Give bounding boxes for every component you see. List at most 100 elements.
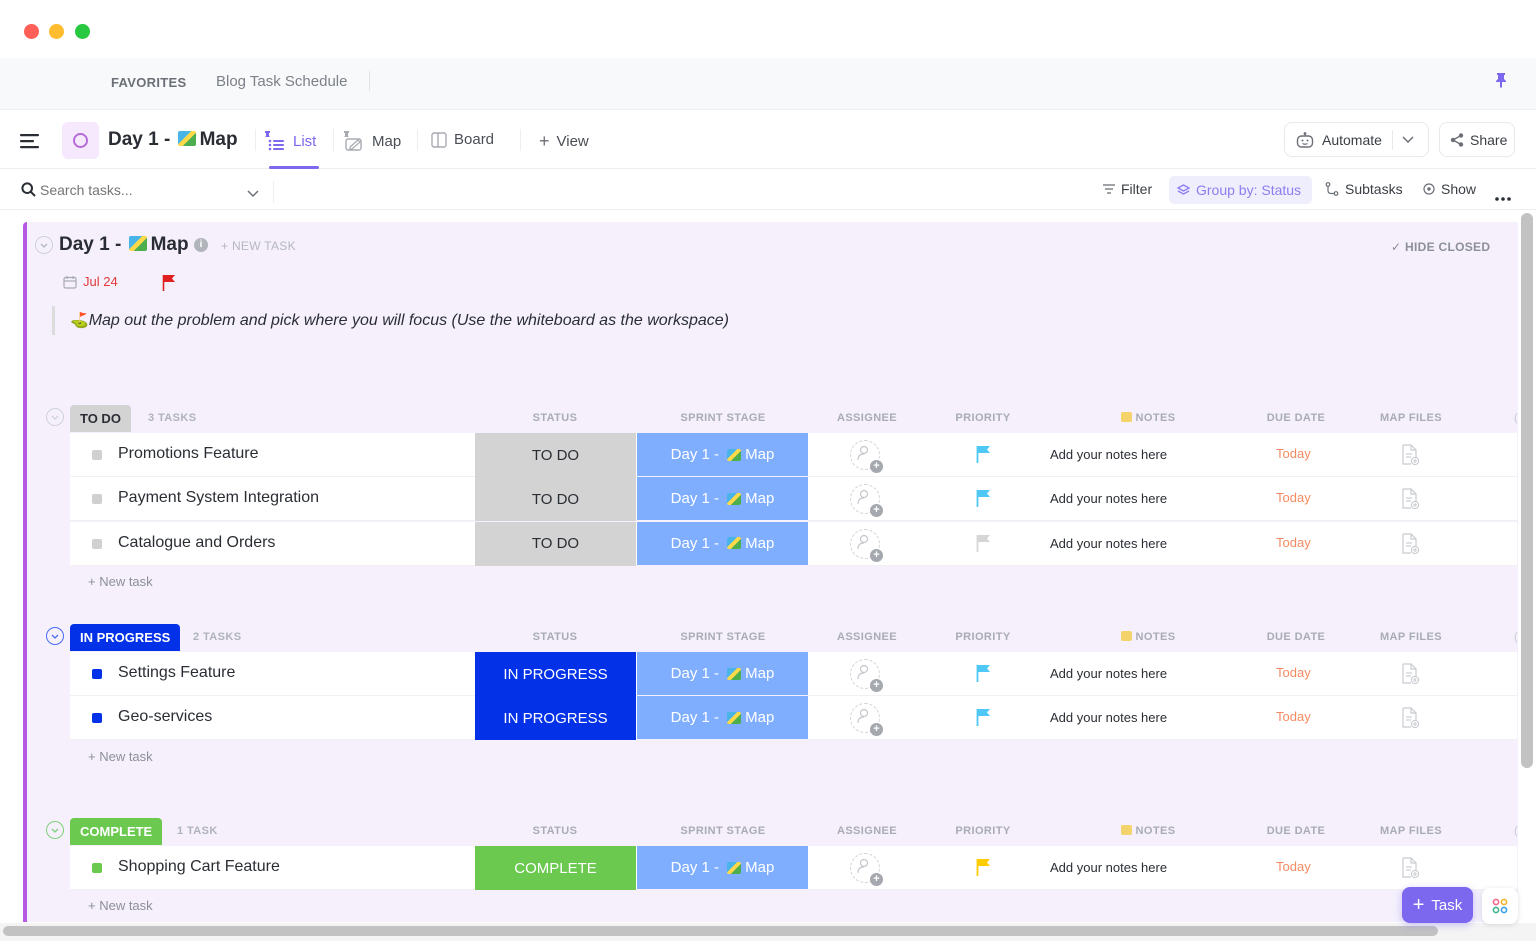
hide-closed-toggle[interactable]: ✓ HIDE CLOSED [1391, 240, 1490, 254]
add-assignee-icon[interactable]: + [850, 484, 883, 518]
column-header-priority[interactable]: PRIORITY [930, 412, 1036, 424]
task-due-date[interactable]: Today [1276, 490, 1311, 505]
task-due-date[interactable]: Today [1276, 859, 1311, 874]
task-status-square-icon[interactable] [92, 450, 102, 460]
task-status-cell[interactable]: TO DO [475, 433, 636, 477]
task-status-square-icon[interactable] [92, 669, 102, 679]
task-row[interactable]: Promotions Feature TO DO Day 1 - Map + Add y… [70, 433, 1517, 477]
vertical-scrollbar[interactable] [1521, 213, 1533, 768]
task-name[interactable]: Promotions Feature [118, 445, 259, 463]
column-header-status[interactable]: STATUS [475, 412, 635, 424]
column-header-due[interactable]: DUE DATE [1256, 631, 1336, 643]
list-status-icon[interactable] [62, 122, 99, 159]
column-header-sprint[interactable]: SPRINT STAGE [638, 412, 808, 424]
favorite-blog-task-schedule[interactable]: Blog Task Schedule [216, 73, 347, 90]
apps-button[interactable] [1482, 888, 1518, 924]
task-row[interactable]: Shopping Cart Feature COMPLETE Day 1 - Map… [70, 846, 1517, 890]
task-sprint-stage-cell[interactable]: Day 1 - Map [637, 521, 808, 566]
column-header-sprint[interactable]: SPRINT STAGE [638, 631, 808, 643]
task-status-cell[interactable]: TO DO [475, 521, 636, 566]
task-notes[interactable]: Add your notes here [1050, 666, 1167, 681]
task-status-cell[interactable]: TO DO [475, 477, 636, 522]
priority-flag-icon[interactable] [976, 489, 992, 512]
task-status-square-icon[interactable] [92, 863, 102, 873]
add-assignee-icon[interactable]: + [850, 440, 883, 473]
task-row[interactable]: Geo-services IN PROGRESS Day 1 - Map + Add y… [70, 696, 1517, 741]
column-header-due[interactable]: DUE DATE [1256, 825, 1336, 837]
column-header-sprint[interactable]: SPRINT STAGE [638, 825, 808, 837]
priority-flag-icon[interactable] [976, 708, 992, 731]
subtasks-button[interactable]: Subtasks [1325, 181, 1403, 197]
priority-flag-icon[interactable] [976, 534, 992, 557]
add-assignee-icon[interactable]: + [850, 853, 883, 886]
task-status-square-icon[interactable] [92, 494, 102, 505]
task-row[interactable]: Payment System Integration TO DO Day 1 - M… [70, 477, 1517, 522]
add-file-icon[interactable] [1400, 857, 1420, 884]
filter-button[interactable]: Filter [1103, 181, 1152, 197]
search-options-chevron-icon[interactable] [247, 185, 259, 203]
close-window-button[interactable] [24, 24, 39, 39]
task-due-date[interactable]: Today [1276, 446, 1311, 461]
new-task-button[interactable]: + NEW TASK [221, 239, 296, 253]
task-notes[interactable]: Add your notes here [1050, 710, 1167, 725]
group-status-badge[interactable]: TO DO [70, 405, 131, 432]
priority-flag-icon[interactable] [976, 858, 992, 881]
list-due-date[interactable]: Jul 24 [63, 274, 118, 289]
column-header-notes[interactable]: NOTES [1052, 631, 1244, 643]
tab-list[interactable]: List [264, 131, 316, 151]
task-due-date[interactable]: Today [1276, 709, 1311, 724]
column-header-notes[interactable]: NOTES [1052, 412, 1244, 424]
add-file-icon[interactable] [1400, 532, 1420, 560]
share-button[interactable]: Share [1439, 122, 1515, 157]
task-notes[interactable]: Add your notes here [1050, 536, 1167, 551]
task-notes[interactable]: Add your notes here [1050, 491, 1167, 506]
collapse-group-in-progress-button[interactable] [46, 627, 64, 645]
show-button[interactable]: Show [1423, 181, 1476, 197]
maximize-window-button[interactable] [75, 24, 90, 39]
collapse-list-button[interactable] [35, 236, 53, 254]
automate-button[interactable]: Automate [1284, 122, 1429, 157]
collapse-group-complete-button[interactable] [46, 821, 64, 839]
info-icon[interactable]: i [194, 238, 208, 252]
new-task-row-button[interactable]: + New task [88, 749, 153, 764]
add-assignee-icon[interactable]: + [850, 528, 883, 562]
task-status-cell[interactable]: IN PROGRESS [475, 652, 636, 696]
task-sprint-stage-cell[interactable]: Day 1 - Map [637, 652, 808, 696]
task-name[interactable]: Settings Feature [118, 664, 235, 682]
task-sprint-stage-cell[interactable]: Day 1 - Map [637, 696, 808, 741]
add-task-button[interactable]: + Task [1402, 887, 1473, 923]
add-file-icon[interactable] [1400, 663, 1420, 690]
collapse-group-to-do-button[interactable] [46, 408, 64, 426]
chevron-down-icon[interactable] [1402, 135, 1414, 144]
task-name[interactable]: Catalogue and Orders [118, 534, 275, 552]
sidebar-toggle-icon[interactable] [20, 133, 40, 154]
task-name[interactable]: Geo-services [118, 708, 212, 726]
add-file-icon[interactable] [1400, 488, 1420, 515]
search-input[interactable] [40, 178, 235, 202]
column-header-priority[interactable]: PRIORITY [930, 631, 1036, 643]
tab-board[interactable]: Board [431, 131, 494, 148]
task-row[interactable]: Catalogue and Orders TO DO Day 1 - Map + Add… [70, 521, 1517, 566]
column-header-priority[interactable]: PRIORITY [930, 825, 1036, 837]
priority-flag-icon[interactable] [976, 664, 992, 687]
task-due-date[interactable]: Today [1276, 535, 1311, 550]
column-header-files[interactable]: MAP FILES [1370, 825, 1452, 837]
column-header-status[interactable]: STATUS [475, 825, 635, 837]
minimize-window-button[interactable] [49, 24, 64, 39]
more-options-icon[interactable] [1495, 188, 1511, 206]
add-assignee-icon[interactable]: + [850, 659, 883, 692]
new-task-row-button[interactable]: + New task [88, 898, 153, 913]
column-header-assignee[interactable]: ASSIGNEE [808, 631, 926, 643]
task-notes[interactable]: Add your notes here [1050, 447, 1167, 462]
add-assignee-icon[interactable]: + [850, 703, 883, 737]
priority-flag-icon[interactable] [162, 274, 176, 296]
task-status-square-icon[interactable] [92, 713, 102, 724]
group-by-button[interactable]: Group by: Status [1169, 176, 1312, 204]
task-status-square-icon[interactable] [92, 538, 102, 549]
column-header-status[interactable]: STATUS [475, 631, 635, 643]
group-status-badge[interactable]: COMPLETE [70, 818, 163, 845]
task-status-cell[interactable]: IN PROGRESS [475, 696, 636, 741]
priority-flag-icon[interactable] [976, 445, 992, 468]
column-header-files[interactable]: MAP FILES [1370, 631, 1452, 643]
task-sprint-stage-cell[interactable]: Day 1 - Map [637, 433, 808, 477]
